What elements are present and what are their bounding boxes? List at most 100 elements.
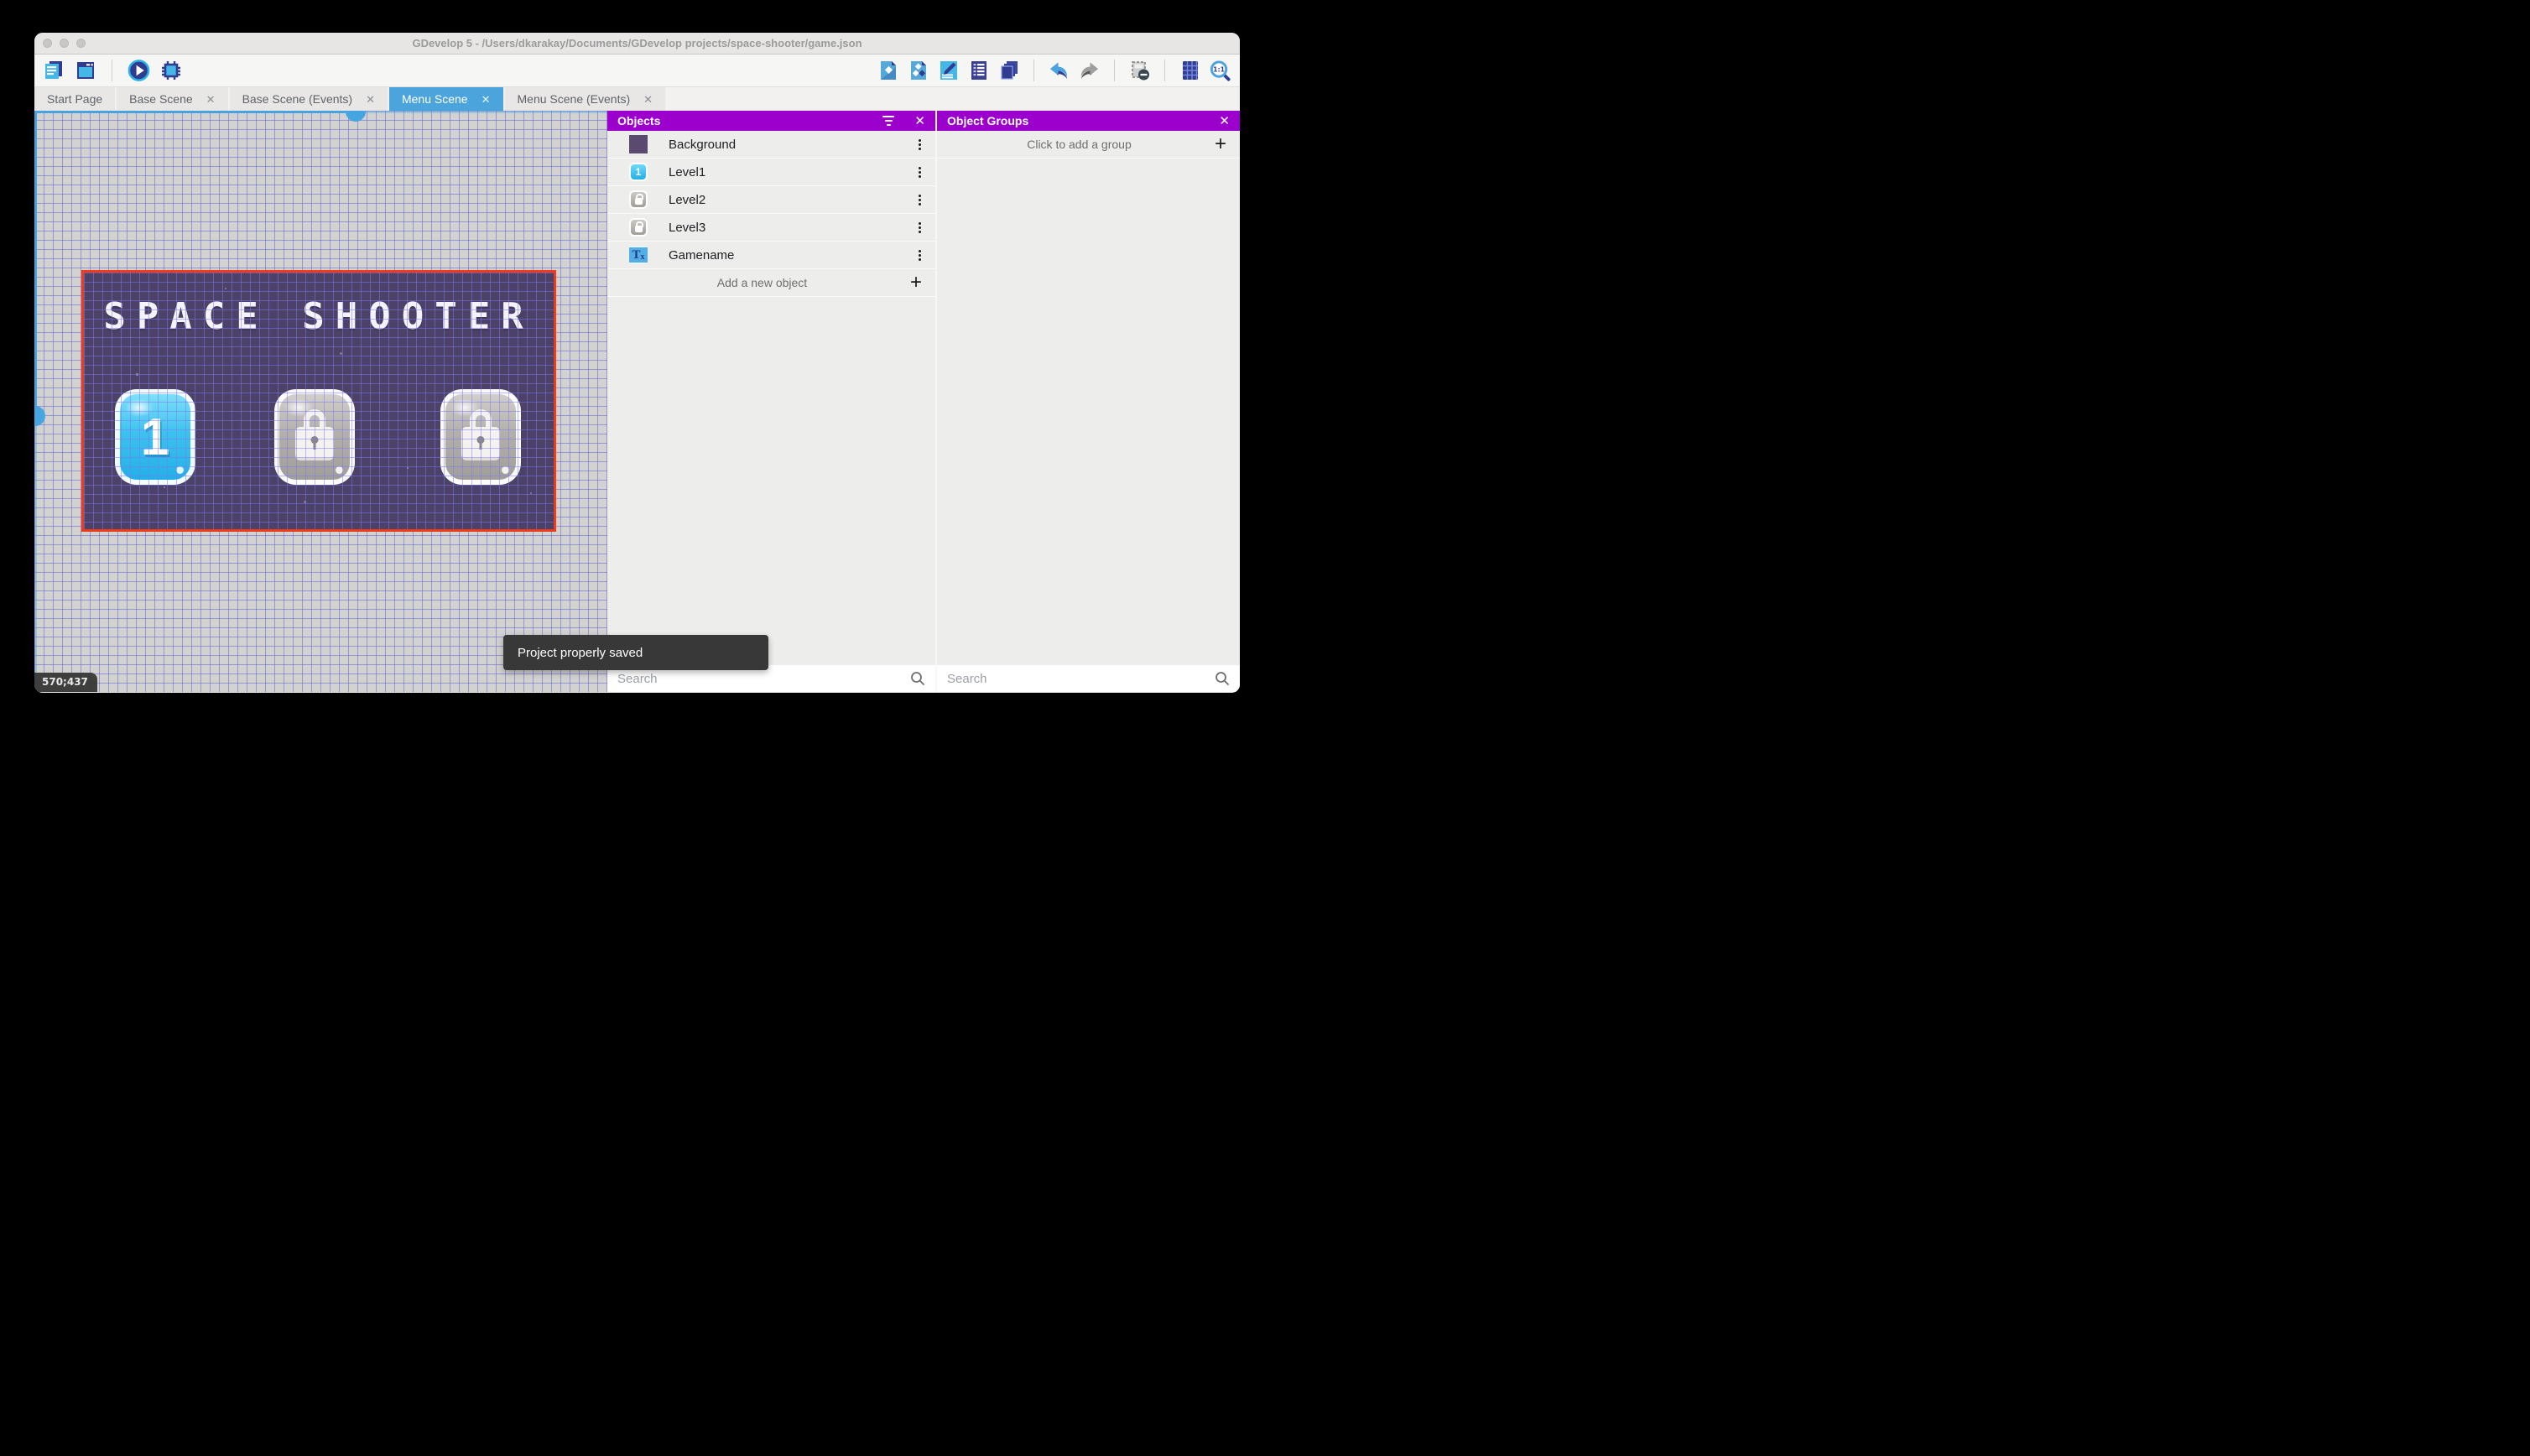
tab-start-page[interactable]: Start Page (34, 87, 116, 111)
object-name: Level2 (669, 192, 706, 207)
search-icon (911, 672, 924, 685)
object-row-background[interactable]: Background (607, 131, 935, 159)
vertical-scroll-track (34, 419, 37, 692)
object-name: Level3 (669, 220, 706, 235)
locked-button-thumbnail (629, 190, 648, 209)
cursor-coordinates-badge: 570;437 (34, 673, 97, 692)
main-toolbar: 1:1 (34, 55, 1240, 86)
add-group-label: Click to add a group (1027, 138, 1132, 151)
tab-label: Menu Scene (401, 92, 468, 106)
toggle-instances-mask-icon[interactable] (1128, 60, 1151, 82)
locked-button-thumbnail (629, 218, 648, 237)
object-row-gamename[interactable]: Tx Gamename (607, 242, 935, 269)
object-name: Background (669, 137, 737, 152)
object-menu-icon[interactable] (914, 247, 925, 263)
groups-search-bar (937, 665, 1240, 692)
objects-panel-header: Objects ✕ (607, 111, 935, 131)
scene-window-border[interactable]: SPACE SHOOTER 1 (81, 270, 556, 532)
debug-icon[interactable] (159, 60, 182, 82)
tab-label: Start Page (47, 92, 103, 106)
level3-button-object[interactable] (440, 389, 521, 485)
add-group-button[interactable]: Click to add a group + (937, 131, 1240, 159)
titlebar: GDevelop 5 - /Users/dkarakay/Documents/G… (34, 33, 1240, 55)
search-icon (1216, 672, 1229, 685)
redo-icon[interactable] (1078, 60, 1101, 82)
groups-panel-empty-area (937, 159, 1240, 665)
filter-icon[interactable] (882, 116, 895, 126)
play-icon[interactable] (128, 60, 150, 82)
properties-panel-icon[interactable] (937, 60, 960, 82)
text-object-thumbnail: Tx (629, 246, 648, 264)
tab-base-scene-events[interactable]: Base Scene (Events) ✕ (229, 87, 388, 111)
objects-panel: Objects ✕ Background 1 Level1 Level2 Lev… (607, 111, 935, 692)
horizontal-scroll-thumb[interactable] (346, 111, 366, 122)
object-name: Level1 (669, 164, 706, 179)
layers-panel-icon[interactable] (997, 60, 1020, 82)
background-object[interactable]: SPACE SHOOTER 1 (84, 273, 554, 529)
level1-button-thumbnail: 1 (629, 163, 648, 181)
level2-button-object[interactable] (274, 389, 355, 485)
vertical-scroll-line (34, 111, 37, 419)
tab-close-icon[interactable]: ✕ (206, 94, 216, 105)
horizontal-scroll-line (34, 111, 357, 113)
tab-base-scene[interactable]: Base Scene ✕ (117, 87, 228, 111)
toolbar-divider (1164, 60, 1165, 81)
close-window-button[interactable] (43, 39, 52, 48)
save-toast: Project properly saved (503, 635, 768, 670)
tab-close-icon[interactable]: ✕ (643, 94, 653, 105)
object-menu-icon[interactable] (914, 137, 925, 153)
app-window: GDevelop 5 - /Users/dkarakay/Documents/G… (34, 33, 1240, 693)
scene-editor-canvas[interactable]: SPACE SHOOTER 1 570;437 (34, 111, 607, 692)
level1-digit: 1 (140, 408, 170, 466)
tab-menu-scene[interactable]: Menu Scene ✕ (388, 87, 503, 111)
zoom-original-icon[interactable]: 1:1 (1209, 60, 1231, 82)
object-row-level1[interactable]: 1 Level1 (607, 159, 935, 186)
close-icon[interactable]: ✕ (1219, 115, 1230, 127)
objects-panel-empty-area (607, 297, 935, 665)
lock-icon (295, 409, 334, 460)
project-manager-icon[interactable] (42, 60, 65, 82)
undo-icon[interactable] (1048, 60, 1070, 82)
object-groups-panel: Object Groups ✕ Click to add a group + (937, 111, 1240, 692)
lock-icon (461, 409, 500, 460)
toolbar-divider (1033, 60, 1034, 81)
objects-panel-icon[interactable] (877, 60, 899, 82)
gamename-text-object[interactable]: SPACE SHOOTER (84, 295, 554, 338)
groups-search-input[interactable] (947, 671, 1215, 686)
object-row-level2[interactable]: Level2 (607, 186, 935, 214)
start-page-icon[interactable] (74, 60, 96, 82)
level1-button-object[interactable]: 1 (115, 389, 195, 485)
zoom-window-button[interactable] (76, 39, 86, 48)
objects-panel-title: Objects (617, 114, 661, 127)
tab-menu-scene-events[interactable]: Menu Scene (Events) ✕ (504, 87, 666, 111)
vertical-scroll-thumb[interactable] (34, 406, 45, 426)
tab-label: Base Scene (129, 92, 193, 106)
tab-label: Base Scene (Events) (242, 92, 353, 106)
instances-list-icon[interactable] (967, 60, 990, 82)
object-groups-panel-title: Object Groups (947, 114, 1029, 127)
object-groups-panel-icon[interactable] (907, 60, 929, 82)
object-menu-icon[interactable] (914, 164, 925, 180)
content-area: SPACE SHOOTER 1 570;437 Objects ✕ Backgr… (34, 111, 1240, 692)
toolbar-right-group: 1:1 (877, 60, 1240, 82)
window-title: GDevelop 5 - /Users/dkarakay/Documents/G… (412, 37, 862, 49)
object-menu-icon[interactable] (914, 192, 925, 208)
minimize-window-button[interactable] (60, 39, 69, 48)
grid-icon[interactable] (1179, 60, 1201, 82)
object-menu-icon[interactable] (914, 220, 925, 236)
tab-close-icon[interactable]: ✕ (366, 94, 375, 105)
tab-close-icon[interactable]: ✕ (482, 94, 491, 105)
tab-bar: Start Page Base Scene ✕ Base Scene (Even… (34, 86, 1240, 111)
toolbar-left-group (34, 60, 182, 82)
objects-search-input[interactable] (617, 671, 910, 686)
tab-label: Menu Scene (Events) (517, 92, 631, 106)
horizontal-scroll-track (357, 111, 607, 113)
background-thumbnail (629, 135, 648, 153)
add-new-object-button[interactable]: Add a new object + (607, 269, 935, 297)
object-row-level3[interactable]: Level3 (607, 214, 935, 242)
add-new-object-label: Add a new object (716, 276, 808, 289)
toolbar-divider (1114, 60, 1115, 81)
close-icon[interactable]: ✕ (914, 115, 925, 127)
traffic-lights (43, 39, 86, 48)
object-name: Gamename (669, 247, 735, 263)
